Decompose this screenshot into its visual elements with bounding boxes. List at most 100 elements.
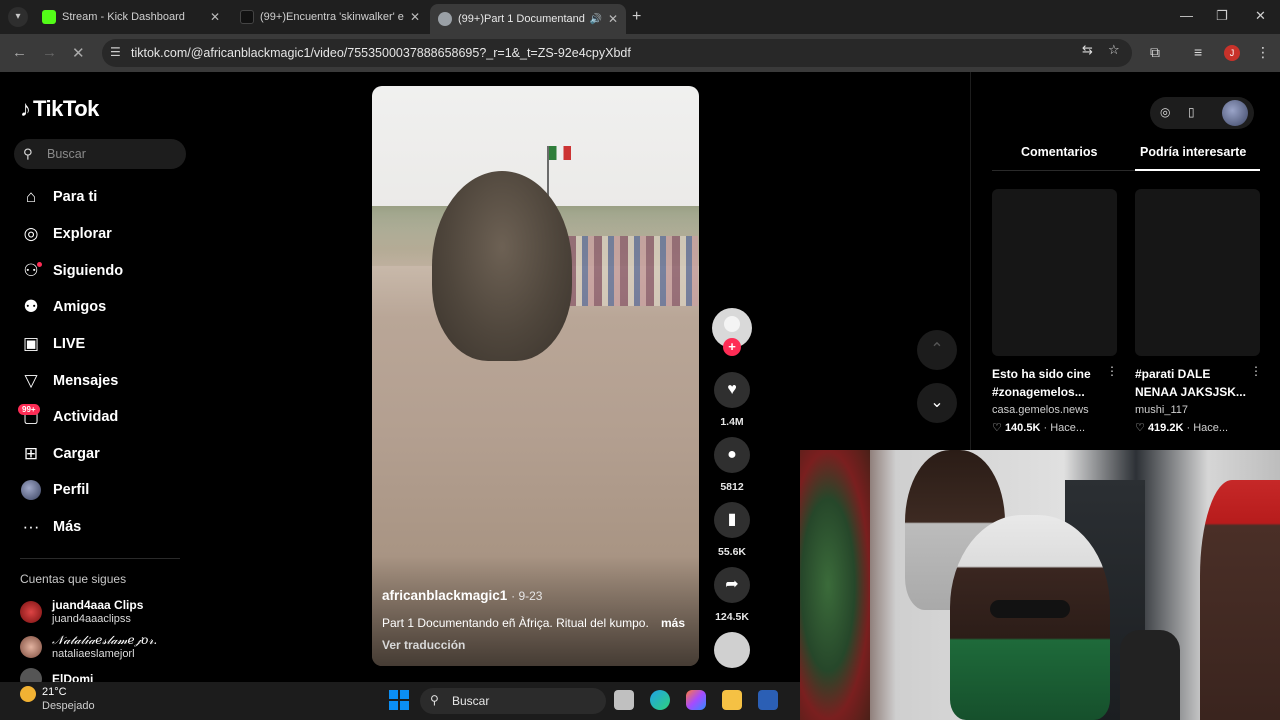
back-button[interactable]: ← [12,44,27,61]
forward-button[interactable]: → [42,44,57,61]
messages-icon: ▽ [24,371,38,390]
sidebar-item-cargar[interactable]: ⊞ Cargar [20,441,100,467]
profile-avatar[interactable]: J [1224,45,1240,61]
heart-icon: ♥ [727,381,737,398]
suggested-video-stats: ♡ 419.2K · Hace... [1135,422,1229,434]
sidebar-item-siguiendo[interactable]: ⚇ Siguiendo [20,258,123,284]
minimize-button[interactable]: — [1180,8,1193,23]
microsoft-store-icon[interactable] [758,690,778,710]
taskbar-search[interactable]: ⚲ Buscar [420,688,606,714]
christmas-tree [800,450,870,720]
bookmark-star-icon[interactable]: ☆ [1108,42,1120,58]
new-content-dot [37,262,42,267]
edge-browser-icon[interactable] [650,690,670,710]
sidebar-divider [20,558,180,559]
tab-search-button[interactable]: ▾ [8,7,28,27]
search-input[interactable]: ⚲ Buscar [14,139,186,169]
profile-avatar[interactable] [1222,100,1248,126]
sidebar-item-live[interactable]: ▣ LIVE [20,331,85,357]
heart-outline-icon: ♡ [1135,422,1145,434]
weather-sun-icon[interactable] [20,686,36,702]
follow-plus-button[interactable]: + [723,338,741,356]
like-button[interactable]: ♥ [714,372,750,408]
close-tab-icon[interactable]: ✕ [210,10,220,24]
sidebar-item-amigos[interactable]: ⚉ Amigos [20,294,106,320]
url-text[interactable]: tiktok.com/@africanblackmagic1/video/755… [131,46,631,60]
next-video-button[interactable]: ⌄ [917,383,957,423]
video-kumpo-figure [432,171,572,361]
save-button[interactable]: ▮ [714,502,750,538]
author-name[interactable]: africanblackmagic1 [382,588,507,603]
share-button[interactable]: ➦ [714,567,750,603]
copilot-icon[interactable] [686,690,706,710]
video-date: 9-23 [518,589,543,603]
card-options-icon[interactable]: ⋮ [1250,364,1262,378]
sidebar-item-para-ti[interactable]: ⌂ Para ti [20,184,97,210]
weather-description[interactable]: Despejado [42,700,95,712]
sidebar-item-label: Más [53,519,82,535]
sidebar-item-perfil[interactable]: Perfil [20,477,89,503]
card-options-icon[interactable]: ⋮ [1106,364,1118,378]
windows-start-icon[interactable] [389,690,409,710]
suggested-video-user[interactable]: casa.gemelos.news [992,404,1089,416]
video-author[interactable]: africanblackmagic1 · 9-23 [382,588,542,603]
media-controls-icon[interactable]: ≡ [1194,44,1202,60]
search-icon: ⚲ [23,146,33,161]
tab-comentarios[interactable]: Comentarios [1021,145,1097,159]
tab-tiktok-video[interactable]: (99+)Part 1 Documentando 🔊 ✕ [430,4,626,34]
translate-button[interactable]: Ver traducción [382,638,465,652]
tiktok-logo[interactable]: ♪ TikTok [20,96,99,122]
sidebar-item-mas[interactable]: ··· Más [20,514,82,540]
sidebar-item-explorar[interactable]: ◎ Explorar [20,221,112,247]
file-explorer-icon[interactable] [722,690,742,710]
comment-button[interactable]: ● [714,437,750,473]
close-tab-icon[interactable]: ✕ [608,12,618,26]
comment-icon: ● [727,446,737,463]
side-panel-toolbar: ◎ ▯ [1150,97,1254,129]
active-tab-indicator [1135,169,1260,171]
taskbar-search-label: Buscar [452,694,490,708]
suggested-video-thumbnail[interactable] [1135,189,1260,356]
tab-tiktok-search[interactable]: (99+)Encuentra 'skinwalker' en ✕ [232,4,428,30]
close-tab-icon[interactable]: ✕ [410,10,420,24]
search-icon: ⚲ [430,693,439,707]
weather-temperature[interactable]: 21°C [42,686,67,698]
new-tab-button[interactable]: + [632,8,641,26]
santa-hat-person [1200,480,1280,720]
following-account[interactable]: 𝒩𝒶𝓉𝒶𝓁𝒾𝒶𝑒𝓈𝓁𝒶𝓂𝑒𝒿𝑜𝓇. nataliaeslamejorl [20,633,157,661]
close-window-button[interactable]: ✕ [1255,8,1266,24]
suggested-video-title[interactable]: Esto ha sido cine #zonagemelos... [992,365,1110,401]
sidebar-item-mensajes[interactable]: ▽ Mensajes [20,368,118,394]
suggested-video-user[interactable]: mushi_117 [1135,404,1188,416]
device-icon[interactable]: ▯ [1188,105,1195,119]
site-info-icon[interactable]: ☰ [110,45,121,59]
caption-more-button[interactable]: más [661,616,685,630]
account-handle: juand4aaaclipss [52,613,131,625]
save-count: 55.6K [717,546,747,558]
sound-avatar[interactable] [714,632,750,668]
comment-count: 5812 [720,481,744,493]
suggested-video-thumbnail[interactable] [992,189,1117,356]
address-bar[interactable]: ☰ tiktok.com/@africanblackmagic1/video/7… [102,39,1132,67]
compass-icon[interactable]: ◎ [1160,105,1170,119]
browser-menu-icon[interactable]: ⋮ [1256,44,1270,61]
microphone [1120,630,1180,720]
speaker-icon[interactable]: 🔊 [589,14,601,25]
video-player[interactable] [372,86,699,666]
upload-icon: ⊞ [23,444,39,463]
following-account[interactable]: juand4aaa Clips juand4aaaclipss [20,598,143,626]
maximize-button[interactable]: ❐ [1216,8,1228,24]
translate-icon[interactable]: ⇆ [1082,42,1093,58]
suggested-video-title[interactable]: #parati DALE NENAA JAKSJSK... [1135,365,1253,401]
stop-loading-button[interactable]: ✕ [72,44,85,62]
tab-kick-dashboard[interactable]: Stream - Kick Dashboard ✕ [34,4,228,30]
tab-podria-interesarte[interactable]: Podría interesarte [1140,145,1246,159]
live-icon: ▣ [22,334,40,353]
previous-video-button[interactable]: ⌃ [917,330,957,370]
task-view-icon[interactable] [614,690,634,710]
like-count: 1.4M [720,416,744,428]
likes-count: 140.5K [1004,422,1041,434]
sidebar-item-label: Siguiendo [53,263,124,279]
extensions-icon[interactable]: ⧉ [1150,44,1160,61]
chevron-down-icon: ⌄ [930,394,944,411]
